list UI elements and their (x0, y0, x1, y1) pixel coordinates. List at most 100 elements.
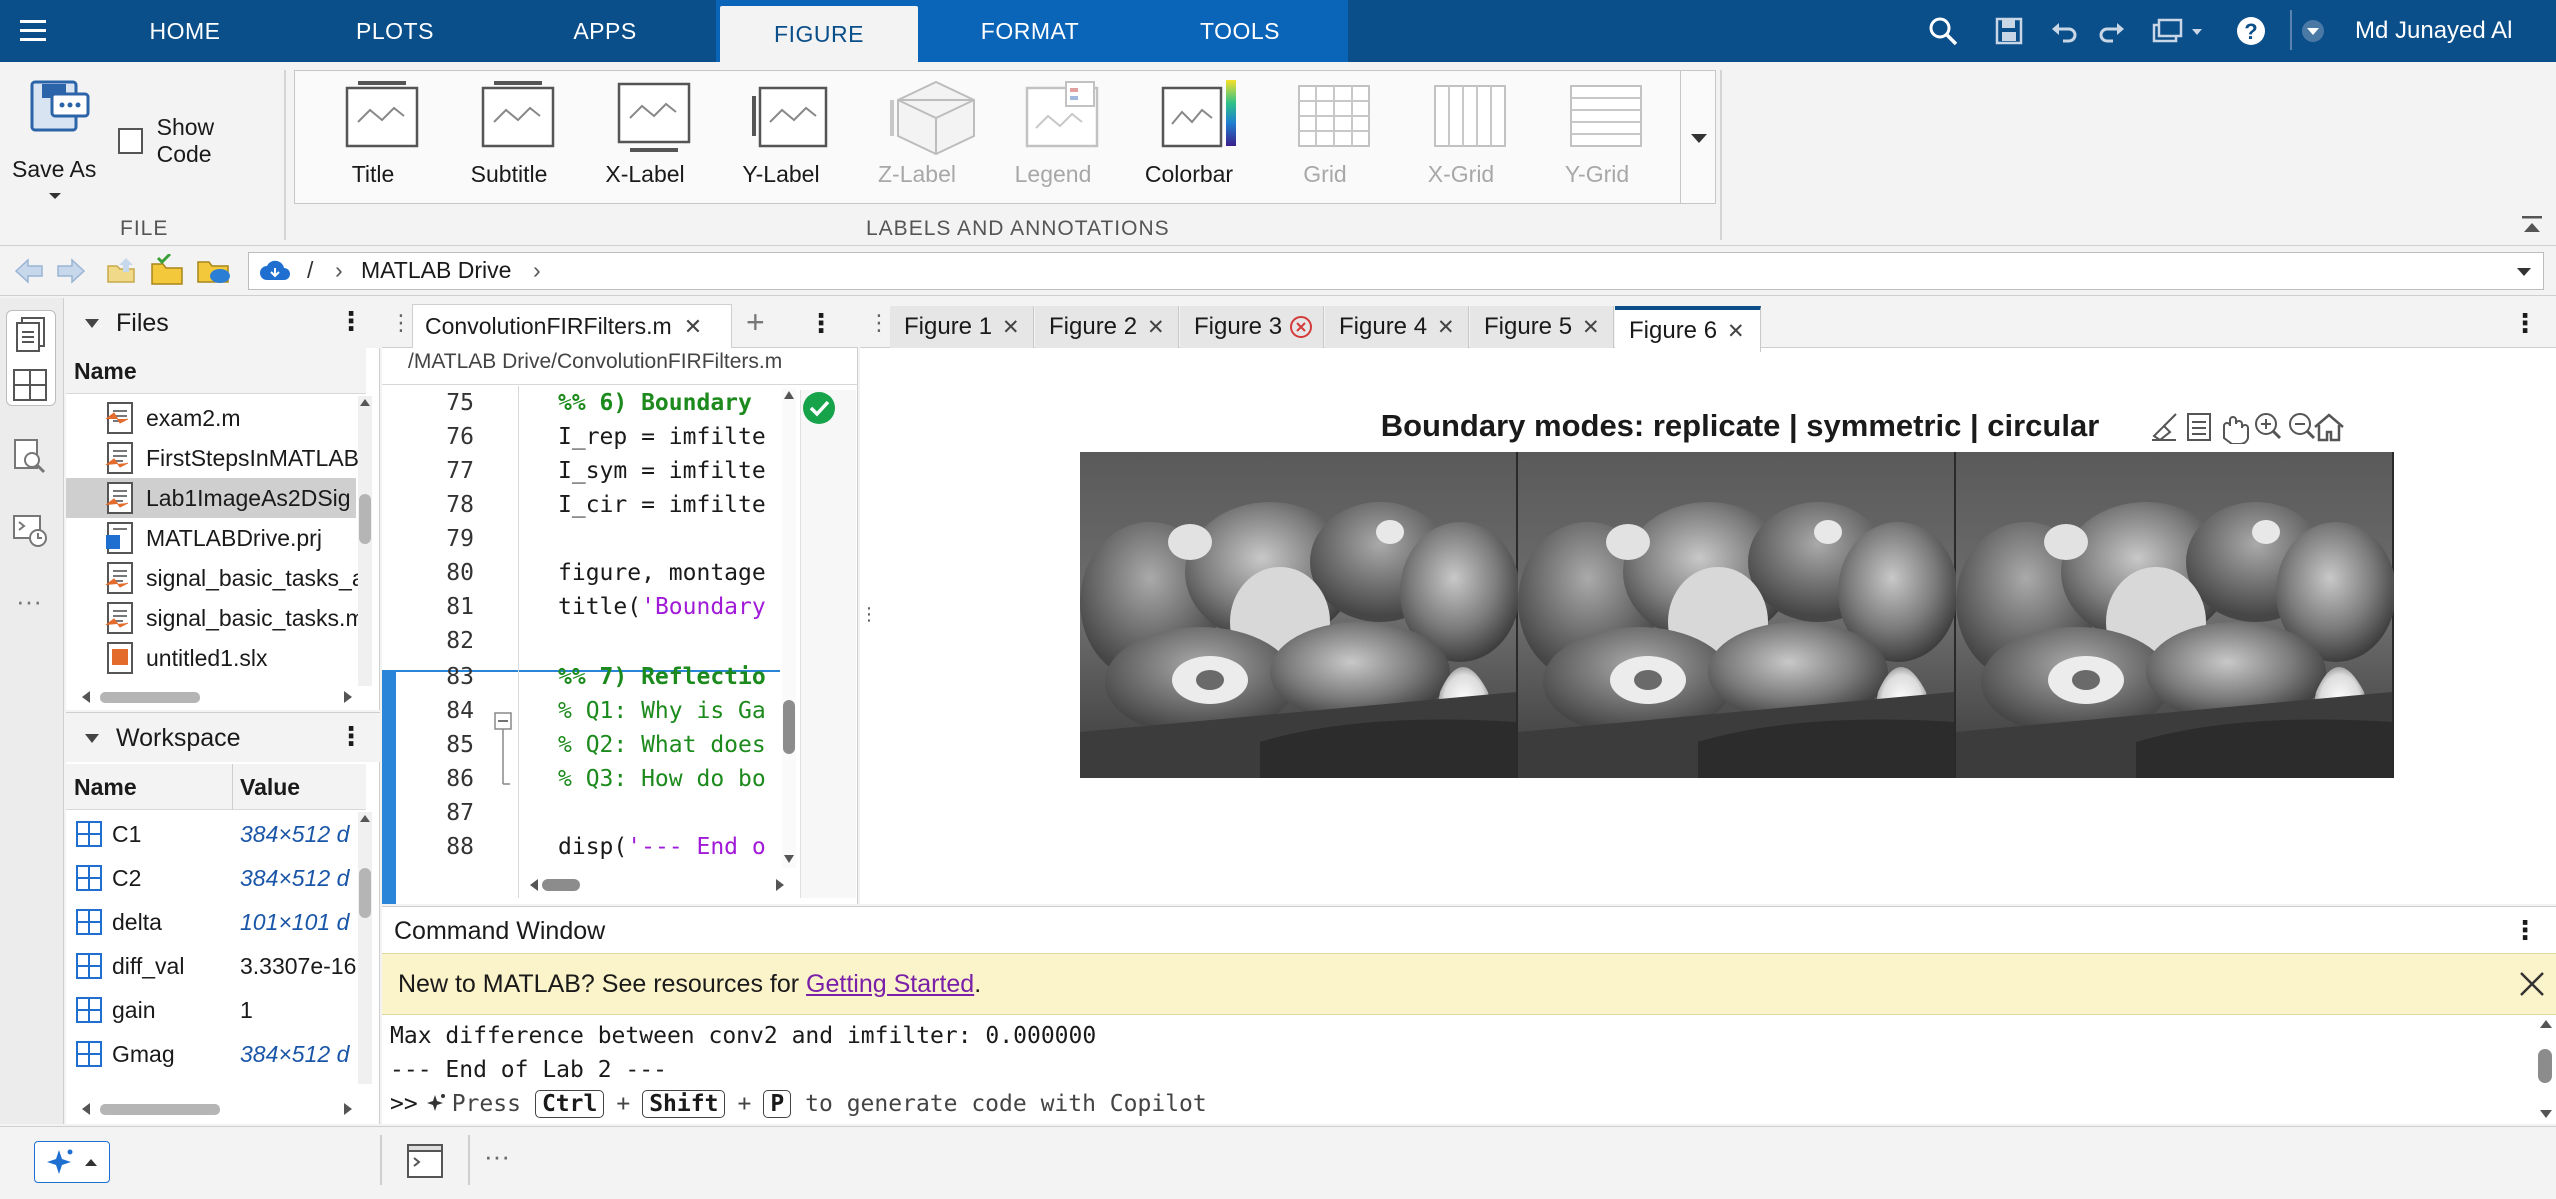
table-row[interactable]: C2 384×512 d (66, 856, 356, 900)
show-code-checkbox[interactable]: Show Code (118, 114, 268, 167)
close-hover-icon[interactable] (1290, 316, 1313, 338)
list-item[interactable]: FirstStepsInMATLAB (66, 438, 359, 478)
address-field[interactable]: / › MATLAB Drive › (248, 252, 2544, 290)
montage-image[interactable] (1080, 452, 2394, 778)
list-item[interactable]: signal_basic_tasks.m (66, 598, 365, 638)
files-options-icon[interactable]: ⋮ (338, 306, 364, 337)
browse-folder-icon[interactable] (150, 254, 184, 286)
drag-handle-icon[interactable]: ⋮ (868, 310, 890, 336)
list-item[interactable]: signal_basic_tasks_a (66, 558, 365, 598)
grid-button[interactable]: Grid (1260, 76, 1390, 196)
y-grid-button[interactable]: Y-Grid (1532, 76, 1662, 196)
list-item[interactable]: Lab1ImageAs2DSig (66, 478, 356, 518)
command-scrollbar[interactable] (2538, 1017, 2552, 1123)
scroll-thumb[interactable] (359, 494, 371, 544)
table-row[interactable]: Gmag 384×512 d (66, 1032, 356, 1076)
code-area[interactable]: 75 %% 6) Boundary 76 I_rep = imfilte 77 I_s… (382, 390, 782, 894)
list-item[interactable]: untitled1.slx (66, 638, 356, 678)
table-row[interactable]: C1 384×512 d (66, 812, 356, 856)
workspace-scrollbar[interactable] (358, 812, 372, 1084)
find-files-icon[interactable] (12, 438, 48, 474)
code-ok-icon[interactable] (801, 390, 837, 426)
address-dropdown-icon[interactable] (2515, 266, 2533, 278)
close-banner-icon[interactable] (2518, 970, 2546, 998)
command-history-icon[interactable] (12, 512, 48, 548)
figure-tab[interactable]: Figure 4 ✕ (1325, 306, 1469, 348)
figure-tab[interactable]: Figure 2 ✕ (1035, 306, 1179, 348)
table-row[interactable]: gain 1 (66, 988, 356, 1032)
colorbar-button[interactable]: Colorbar (1124, 76, 1254, 196)
tab-home[interactable]: HOME (110, 0, 260, 62)
list-item[interactable]: MATLABDrive.prj (66, 518, 356, 558)
brush-icon[interactable] (2152, 413, 2177, 442)
editor-v-scrollbar[interactable] (782, 388, 796, 868)
close-icon[interactable]: ✕ (684, 314, 702, 340)
subtitle-button[interactable]: Subtitle (444, 76, 574, 196)
user-menu[interactable]: Md Junayed Al (2355, 0, 2512, 62)
name-column[interactable]: Name (74, 774, 137, 801)
save-icon[interactable] (1990, 12, 2028, 50)
figure-tab-active[interactable]: Figure 6 ✕ (1615, 306, 1761, 352)
command-options-icon[interactable]: ⋮ (2512, 915, 2538, 946)
close-icon[interactable]: ✕ (1147, 315, 1165, 340)
window-layout-icon[interactable] (2150, 12, 2210, 50)
collapse-arrow-icon[interactable] (84, 733, 100, 745)
files-h-scrollbar[interactable] (72, 686, 362, 708)
workspace-h-scrollbar[interactable] (72, 1098, 362, 1120)
title-button[interactable]: Title (308, 76, 438, 196)
notification-dropdown-icon[interactable] (2294, 12, 2332, 50)
save-as-button[interactable]: Save As (10, 76, 100, 216)
scroll-thumb[interactable] (2538, 1049, 2552, 1083)
tab-apps[interactable]: APPS (530, 0, 680, 62)
tab-format[interactable]: FORMAT (930, 0, 1130, 62)
workspace-options-icon[interactable]: ⋮ (338, 721, 364, 752)
z-label-button[interactable]: Z-Label (852, 76, 982, 196)
collapse-ribbon-icon[interactable] (2520, 214, 2544, 236)
command-window-icon[interactable] (406, 1143, 444, 1179)
close-icon[interactable]: ✕ (1437, 315, 1455, 340)
figure-options-icon[interactable]: ⋮ (2512, 308, 2538, 339)
zoom-in-icon[interactable] (2255, 413, 2282, 440)
back-arrow-icon[interactable] (14, 258, 44, 284)
path-folder[interactable]: MATLAB Drive (361, 257, 511, 284)
collapse-arrow-icon[interactable] (84, 318, 100, 330)
more-icon[interactable]: ··· (16, 586, 42, 617)
tab-figure[interactable]: FIGURE (720, 6, 918, 62)
pan-icon[interactable] (2223, 416, 2249, 444)
new-tab-icon[interactable]: + (746, 304, 765, 341)
legend-button[interactable]: Legend (988, 76, 1118, 196)
copilot-button[interactable] (34, 1141, 110, 1183)
zoom-out-icon[interactable] (2289, 413, 2316, 440)
close-icon[interactable]: ✕ (1002, 315, 1020, 340)
splitter-handle-icon[interactable]: ⋮ (860, 604, 878, 625)
forward-arrow-icon[interactable] (56, 258, 86, 284)
drag-handle-icon[interactable]: ⋮ (390, 310, 412, 336)
home-icon[interactable] (2312, 412, 2346, 442)
help-icon[interactable]: ? (2232, 12, 2270, 50)
table-row[interactable]: diff_val 3.3307e-16 (66, 944, 356, 988)
value-column[interactable]: Value (240, 774, 300, 801)
editor-options-icon[interactable]: ⋮ (808, 308, 834, 339)
menu-icon[interactable] (18, 16, 50, 46)
workspace-panel-icon[interactable] (12, 368, 48, 402)
files-panel-icon[interactable] (14, 316, 48, 352)
files-column-header[interactable]: Name (66, 348, 366, 394)
drive-folder-icon[interactable] (196, 254, 232, 286)
editor-h-scrollbar[interactable] (522, 874, 792, 896)
search-icon[interactable] (1924, 12, 1962, 50)
tab-tools[interactable]: TOOLS (1140, 0, 1340, 62)
up-folder-icon[interactable] (106, 256, 136, 284)
scroll-thumb[interactable] (783, 700, 795, 754)
getting-started-link[interactable]: Getting Started (806, 970, 974, 998)
scroll-thumb[interactable] (359, 868, 371, 918)
undo-icon[interactable] (2045, 12, 2083, 50)
figure-tab[interactable]: Figure 3 (1180, 306, 1324, 348)
redo-icon[interactable] (2093, 12, 2131, 50)
tab-plots[interactable]: PLOTS (320, 0, 470, 62)
data-tips-icon[interactable] (2187, 413, 2211, 441)
y-label-button[interactable]: Y-Label (716, 76, 846, 196)
table-row[interactable]: delta 101×101 d (66, 900, 356, 944)
figure-tab[interactable]: Figure 1 ✕ (890, 306, 1034, 348)
editor-tab[interactable]: ConvolutionFIRFilters.m ✕ (412, 304, 732, 348)
close-icon[interactable]: ✕ (1727, 319, 1745, 344)
